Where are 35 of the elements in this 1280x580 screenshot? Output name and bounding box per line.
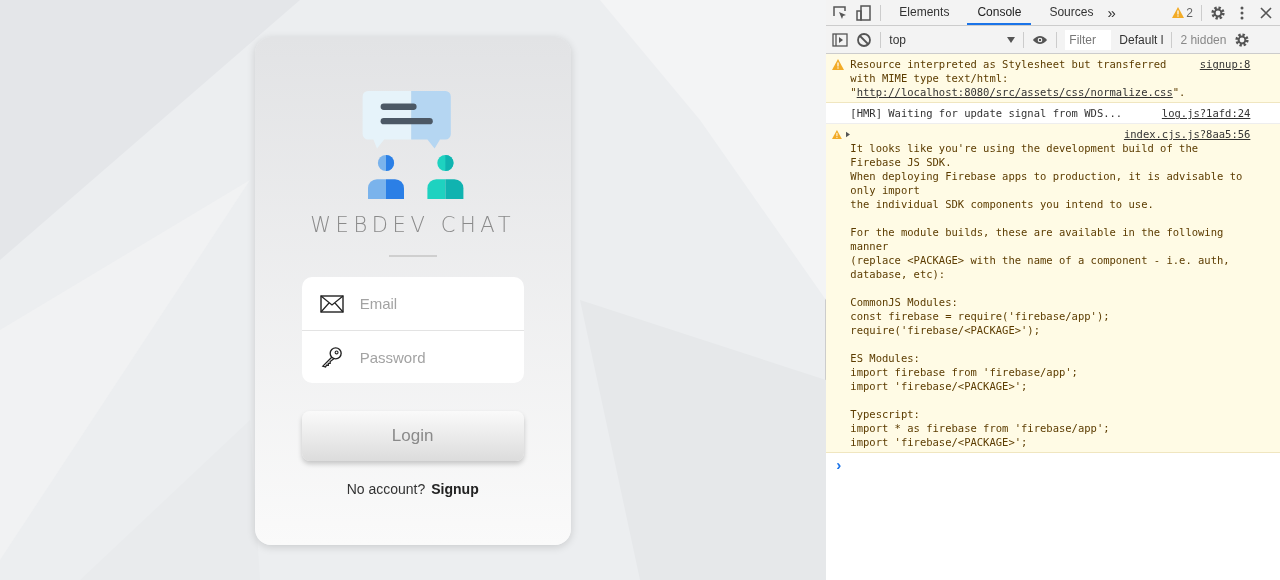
message-text: [HMR] Waiting for update signal from WDS... <box>850 106 1123 120</box>
device-toolbar-icon[interactable] <box>856 4 873 21</box>
clear-console-icon[interactable] <box>856 31 873 48</box>
app-title: WEBDEV CHAT <box>310 213 516 237</box>
devtools-tab[interactable]: Elements <box>889 0 960 25</box>
email-field[interactable]: Email <box>357 294 502 313</box>
no-account-text: No account? <box>346 481 426 497</box>
console-prompt[interactable]: › <box>836 456 842 473</box>
warning-icon <box>832 59 845 70</box>
envelope-icon <box>319 292 344 315</box>
more-tabs-button[interactable]: » <box>1107 4 1116 21</box>
warning-count[interactable]: 2 <box>1186 5 1193 20</box>
expand-arrow-icon[interactable] <box>846 131 851 138</box>
password-field[interactable]: Password <box>357 347 502 367</box>
warning-icon <box>1172 7 1185 18</box>
context-select[interactable]: top <box>889 32 1016 47</box>
url-link[interactable]: http://localhost:8080/src/assets/css/normalize.css <box>856 86 1173 98</box>
message-text: Resource interpreted as Stylesheet but transferred with MIME type text/html: "http://localhost:8080/src/assets/css/normalize.css". <box>850 57 1187 99</box>
source-link[interactable]: signup:8 <box>1199 57 1251 71</box>
settings-icon[interactable] <box>1234 31 1251 48</box>
key-icon <box>319 346 344 368</box>
warning-icon <box>832 129 843 140</box>
source-link[interactable]: index.cjs.js?8aa5:56 <box>1123 127 1251 141</box>
close-icon[interactable] <box>1258 4 1274 21</box>
filter-field[interactable]: Filter <box>1065 29 1112 50</box>
signup-link[interactable]: Signup <box>431 481 479 497</box>
devtools-tab[interactable]: Sources <box>1039 0 1104 25</box>
settings-icon[interactable] <box>1210 4 1226 21</box>
log-levels-dropdown[interactable]: Default l <box>1119 32 1164 47</box>
inspect-icon[interactable] <box>832 4 849 21</box>
message-text: It looks like you're using the development build of the Firebase JS SDK. When deploying Firebase apps to production, it is advisable to only import the individual SDK components you intend to use. For the module builds, these are available in the following manner (replace <PACKAGE> with the name of a component - i.e. auth, database, etc): CommonJS Modules: const firebase = require('firebase/app'); require('firebase/<PACKAGE>'); ES Modules: import firebase from 'firebase/app'; import 'firebase/<PACKAGE>'; Typescript: import * as firebase from 'firebase/app'; import 'firebase/<PACKAGE>'; <box>850 141 1244 449</box>
hidden-count: 2 hidden <box>1180 32 1227 47</box>
source-link[interactable]: log.js?1afd:24 <box>1161 106 1251 120</box>
sidebar-toggle-icon[interactable] <box>832 31 849 48</box>
caret-icon <box>1007 36 1016 43</box>
